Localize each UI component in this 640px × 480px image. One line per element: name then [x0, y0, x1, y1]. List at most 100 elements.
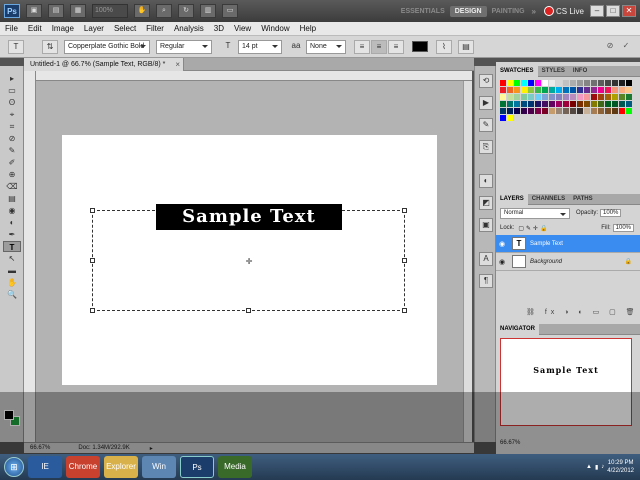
crop-tool-icon[interactable]: ⌗	[3, 121, 21, 132]
transform-handle[interactable]	[90, 258, 95, 263]
zoom-dropdown[interactable]: 100%	[92, 4, 128, 18]
swatch[interactable]	[514, 94, 520, 100]
zoom-tool-icon[interactable]: ⌕	[156, 4, 172, 18]
swatch[interactable]	[549, 94, 555, 100]
swatch[interactable]	[535, 94, 541, 100]
eraser-tool-icon[interactable]: ⌫	[3, 181, 21, 192]
transform-handle[interactable]	[246, 308, 251, 313]
swatch[interactable]	[626, 87, 632, 93]
swatch[interactable]	[514, 80, 520, 86]
dodge-tool-icon[interactable]: ◐	[3, 217, 21, 228]
swatch[interactable]	[605, 108, 611, 114]
swatch[interactable]	[584, 87, 590, 93]
swatch[interactable]	[605, 101, 611, 107]
bridge-icon[interactable]: ▣	[26, 4, 42, 18]
color-icon[interactable]: ◐	[479, 174, 493, 188]
swatch[interactable]	[542, 94, 548, 100]
align-right-icon[interactable]: ≡	[388, 39, 404, 54]
taskbar-explorer[interactable]: Explorer	[104, 456, 138, 478]
brush-tool-icon[interactable]: ✐	[3, 157, 21, 168]
swatch[interactable]	[500, 94, 506, 100]
workspace-design[interactable]: DESIGN	[449, 5, 487, 17]
swatch[interactable]	[619, 94, 625, 100]
tab-swatches[interactable]: SWATCHES	[496, 65, 538, 77]
swatch[interactable]	[626, 101, 632, 107]
swatch[interactable]	[528, 108, 534, 114]
menu-image[interactable]: Image	[47, 24, 79, 33]
swatch[interactable]	[570, 108, 576, 114]
transform-handle[interactable]	[402, 258, 407, 263]
shape-tool-icon[interactable]: ▬	[3, 265, 21, 276]
swatch[interactable]	[500, 108, 506, 114]
swatch[interactable]	[591, 101, 597, 107]
swatch[interactable]	[619, 80, 625, 86]
swatch[interactable]	[612, 94, 618, 100]
masks-icon[interactable]: ▣	[479, 218, 493, 232]
swatch[interactable]	[605, 87, 611, 93]
menu-help[interactable]: Help	[295, 24, 321, 33]
zoom-tool-icon[interactable]: 🔍	[3, 289, 21, 300]
swatch[interactable]	[549, 87, 555, 93]
menu-analysis[interactable]: Analysis	[169, 24, 209, 33]
quick-select-tool-icon[interactable]: ⌖	[3, 109, 21, 120]
menu-file[interactable]: File	[0, 24, 23, 33]
swatch[interactable]	[584, 80, 590, 86]
font-size-select[interactable]: 14 pt	[238, 39, 282, 54]
swatch-grid[interactable]	[500, 80, 632, 121]
hand-tool-icon[interactable]: ✋	[3, 277, 21, 288]
menu-filter[interactable]: Filter	[141, 24, 169, 33]
swatch[interactable]	[521, 101, 527, 107]
swatch[interactable]	[500, 80, 506, 86]
type-tool-icon[interactable]: T	[3, 241, 21, 252]
minibridge-icon[interactable]: ▤	[48, 4, 64, 18]
minimize-button[interactable]: –	[590, 5, 604, 17]
tab-paths[interactable]: PATHS	[569, 196, 596, 202]
taskbar-ie[interactable]: IE	[28, 456, 62, 478]
text-color-swatch[interactable]	[412, 41, 428, 52]
canvas-text-layer[interactable]: Sample Text	[156, 204, 342, 230]
transform-handle[interactable]	[90, 308, 95, 313]
swatch[interactable]	[556, 108, 562, 114]
swatch[interactable]	[507, 94, 513, 100]
taskbar-media[interactable]: Media	[218, 456, 252, 478]
menu-layer[interactable]: Layer	[79, 24, 109, 33]
workspace-painting[interactable]: PAINTING	[487, 6, 530, 17]
swatch[interactable]	[500, 87, 506, 93]
lasso-tool-icon[interactable]: ʘ	[3, 97, 21, 108]
text-orientation-icon[interactable]: ⇅	[42, 39, 58, 54]
swatch[interactable]	[563, 80, 569, 86]
swatch[interactable]	[507, 101, 513, 107]
taskbar-windows[interactable]: Win	[142, 456, 176, 478]
swatch[interactable]	[619, 108, 625, 114]
swatch[interactable]	[598, 80, 604, 86]
swatch[interactable]	[528, 101, 534, 107]
swatch[interactable]	[542, 108, 548, 114]
swatch[interactable]	[535, 108, 541, 114]
swatch[interactable]	[500, 115, 506, 121]
swatch[interactable]	[577, 101, 583, 107]
tab-styles[interactable]: STYLES	[538, 68, 569, 74]
swatch[interactable]	[535, 87, 541, 93]
swatch[interactable]	[605, 80, 611, 86]
swatch[interactable]	[535, 80, 541, 86]
blend-mode-select[interactable]: Normal	[500, 207, 570, 219]
tab-layers[interactable]: LAYERS	[496, 193, 528, 205]
clone-source-icon[interactable]: ⎘	[479, 140, 493, 154]
swatch[interactable]	[563, 101, 569, 107]
swatch[interactable]	[507, 80, 513, 86]
vertical-scrollbar[interactable]	[463, 81, 472, 442]
tab-navigator[interactable]: NAVIGATOR	[496, 323, 540, 335]
workspace-more-button[interactable]: »	[532, 7, 536, 16]
font-style-select[interactable]: Regular	[156, 39, 212, 54]
document-tab[interactable]: Untitled-1 @ 66.7% (Sample Text, RGB/8) …	[24, 58, 184, 71]
eyedropper-tool-icon[interactable]: ⊘	[3, 133, 21, 144]
swatch[interactable]	[584, 108, 590, 114]
swatch[interactable]	[500, 101, 506, 107]
swatch[interactable]	[521, 87, 527, 93]
align-center-icon[interactable]: ≡	[371, 39, 387, 54]
swatch[interactable]	[598, 94, 604, 100]
swatch[interactable]	[570, 80, 576, 86]
swatch[interactable]	[507, 108, 513, 114]
swatch[interactable]	[626, 80, 632, 86]
pen-tool-icon[interactable]: ✒	[3, 229, 21, 240]
